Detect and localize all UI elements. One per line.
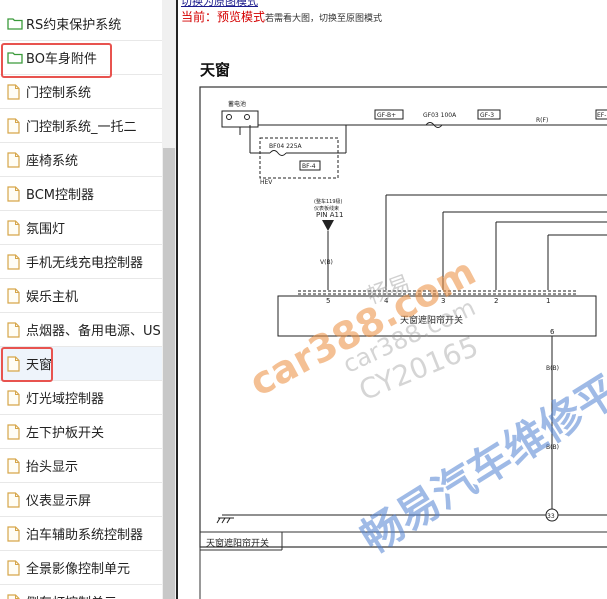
document-icon — [7, 219, 23, 237]
sidebar-item[interactable]: 门控制系统_一托二 — [0, 109, 162, 143]
scrollbar-thumb[interactable] — [163, 148, 175, 599]
svg-text:R(F): R(F) — [536, 117, 548, 124]
pin-a11-arrow — [322, 220, 334, 231]
sidebar-item[interactable]: 座椅系统 — [0, 143, 162, 177]
sidebar-item[interactable]: BO车身附件 — [0, 41, 162, 75]
component-label: 天窗遮阳帘开关 — [400, 314, 463, 326]
document-icon — [7, 185, 23, 203]
sidebar-item-label: BO车身附件 — [26, 52, 97, 67]
sidebar-item-label: 门控制系统 — [26, 86, 92, 101]
content-pane: 切换为原图模式 当前：预览模式若需看大图，切换至原图模式 天窗 天窗遮阳帘开关 … — [178, 0, 607, 599]
pin-1: 1 — [546, 297, 550, 305]
svg-text:BF-4: BF-4 — [302, 163, 316, 170]
document-icon — [7, 457, 23, 475]
folder-icon — [7, 49, 23, 67]
svg-text:GF03 100A: GF03 100A — [423, 112, 457, 119]
sidebar-item-label: 门控制系统_一托二 — [26, 120, 137, 135]
document-icon — [7, 151, 23, 169]
document-icon — [7, 83, 23, 101]
svg-text:(整车119极): (整车119极) — [314, 198, 342, 205]
sidebar-item-label: 手机无线充电控制器 — [26, 256, 144, 271]
folder-icon — [7, 15, 23, 33]
sidebar-item-label: 侧车灯控制单元 — [26, 592, 117, 599]
sidebar-item-label: BCM控制器 — [26, 188, 94, 203]
svg-text:HEV: HEV — [260, 179, 273, 186]
sidebar-item-label: 左下护板开关 — [26, 426, 105, 441]
sidebar-item[interactable]: 仪表显示屏 — [0, 483, 162, 517]
svg-text:B(B): B(B) — [546, 365, 559, 372]
sidebar-item[interactable]: 点烟器、备用电源、USB — [0, 313, 162, 347]
document-icon — [7, 423, 23, 441]
document-icon — [7, 321, 23, 339]
sidebar-item[interactable]: 泊车辅助系统控制器 — [0, 517, 162, 551]
sidebar-item-label: 灯光域控制器 — [26, 392, 105, 407]
footer-label: 天窗遮阳帘开关 — [206, 537, 269, 549]
svg-text:B(B): B(B) — [546, 444, 559, 451]
battery-label: 蓄电池 — [228, 100, 246, 108]
document-icon — [7, 491, 23, 509]
svg-text:33: 33 — [547, 513, 555, 520]
svg-text:GF-B+: GF-B+ — [377, 112, 396, 119]
pin-5: 5 — [326, 297, 330, 305]
svg-text:GF-3: GF-3 — [480, 112, 494, 119]
sidebar-item-label: 氛围灯 — [26, 222, 66, 237]
document-icon — [7, 117, 23, 135]
sidebar-item[interactable]: 左下护板开关 — [0, 415, 162, 449]
document-icon — [7, 287, 23, 305]
sidebar-item-label: 点烟器、备用电源、USB — [26, 324, 162, 339]
document-icon — [7, 389, 23, 407]
sidebar-item[interactable]: 抬头显示 — [0, 449, 162, 483]
document-icon — [7, 593, 23, 599]
pin-2: 2 — [494, 297, 498, 305]
document-icon — [7, 525, 23, 543]
sidebar-item-label: 仪表显示屏 — [26, 494, 92, 509]
svg-text:BF04 225A: BF04 225A — [269, 143, 303, 150]
sidebar-item[interactable]: 娱乐主机 — [0, 279, 162, 313]
sidebar-item[interactable]: BCM控制器 — [0, 177, 162, 211]
sidebar-item[interactable]: 门控制系统 — [0, 75, 162, 109]
sidebar-item-label: 泊车辅助系统控制器 — [26, 528, 144, 543]
sidebar-item[interactable]: 灯光域控制器 — [0, 381, 162, 415]
sidebar-item-label: RS约束保护系统 — [26, 18, 122, 33]
wiring-diagram[interactable]: 天窗遮阳帘开关 蓄电池 GF-B+ GF03 100A GF-3 R(F) EF… — [178, 0, 607, 599]
document-icon — [7, 355, 23, 373]
sidebar-item[interactable]: 天窗 — [0, 347, 162, 381]
sidebar-item[interactable]: 氛围灯 — [0, 211, 162, 245]
svg-text:V(B): V(B) — [320, 259, 333, 266]
pin-3: 3 — [441, 297, 445, 305]
sidebar-item[interactable]: RS约束保护系统 — [0, 7, 162, 41]
sidebar: RS约束保护系统 BO车身附件 门控制系统门控制系统_一托二 座椅系统 BCM控制器 氛围… — [0, 0, 162, 599]
document-icon — [7, 559, 23, 577]
document-icon — [7, 253, 23, 271]
pin-4: 4 — [384, 297, 389, 305]
sidebar-item-label: 全景影像控制单元 — [26, 562, 131, 577]
pin-6: 6 — [550, 328, 555, 336]
sidebar-scrollbar[interactable] — [162, 0, 176, 599]
sidebar-item[interactable]: 侧车灯控制单元 — [0, 585, 162, 599]
sidebar-item-label: 天窗 — [26, 358, 53, 373]
sidebar-item[interactable]: 手机无线充电控制器 — [0, 245, 162, 279]
svg-text:PIN A11: PIN A11 — [316, 211, 343, 219]
svg-text:EF-: EF- — [597, 112, 606, 119]
sidebar-item[interactable]: 全景影像控制单元 — [0, 551, 162, 585]
sidebar-item-label: 座椅系统 — [26, 154, 79, 169]
sidebar-item-label: 娱乐主机 — [26, 290, 79, 305]
sidebar-item-label: 抬头显示 — [26, 460, 79, 475]
